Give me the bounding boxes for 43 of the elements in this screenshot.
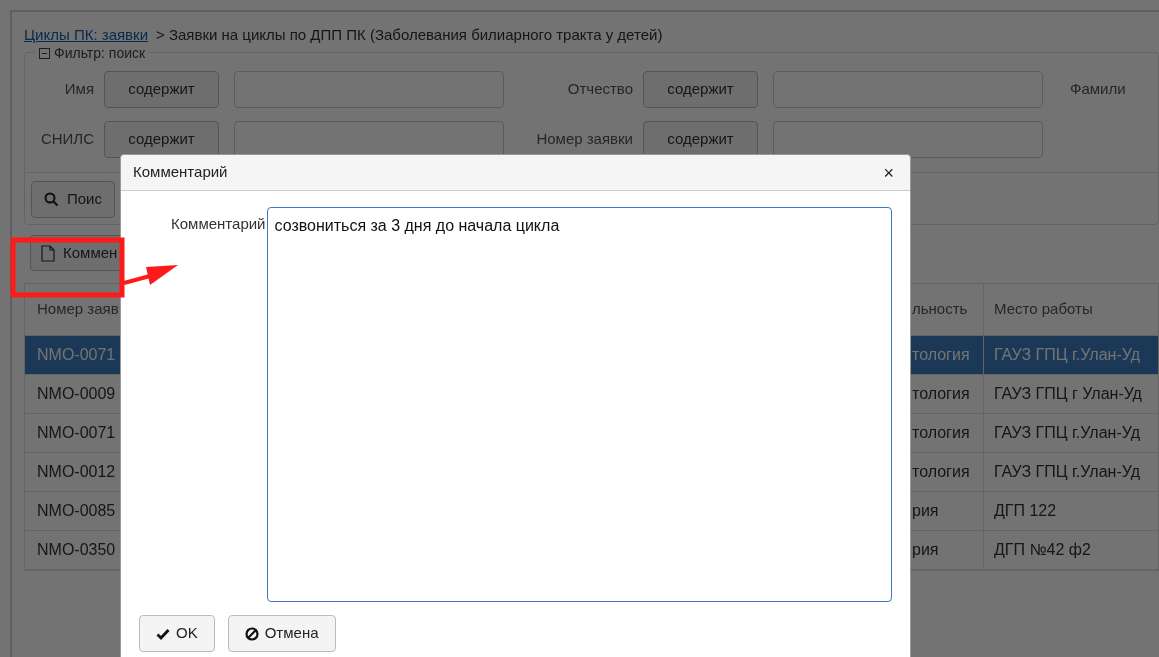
- field-label: Имя: [63, 78, 95, 99]
- table-cell: тология: [912, 375, 984, 413]
- operator-button[interactable]: содержит: [104, 120, 219, 158]
- table-cell-text: ГАУЗ ГПЦ г.Улан-Уд: [993, 423, 1141, 443]
- column-header[interactable]: льность: [912, 284, 984, 335]
- field-label: Фамили: [1070, 78, 1127, 99]
- table-cell: тология: [912, 414, 984, 452]
- cancel-button[interactable]: Отмена: [227, 615, 336, 652]
- ok-button[interactable]: OK: [139, 615, 215, 652]
- check-icon: [156, 627, 170, 640]
- field-label: Комментарий: [170, 214, 266, 234]
- dialog-title: Комментарий: [133, 162, 228, 183]
- document-icon: [41, 244, 55, 262]
- table-cell-text: ДГП №42 ф2: [993, 540, 1092, 560]
- operator-button[interactable]: содержит: [643, 70, 758, 108]
- page-title: > Заявки на циклы по ДПП ПК (Заболевания билиарного тракта у детей): [156, 24, 663, 45]
- table-cell: тология: [912, 453, 984, 491]
- ban-icon: [244, 626, 259, 641]
- table-cell-text: NMO-0071: [36, 423, 117, 443]
- field-label: Отчество: [566, 78, 634, 99]
- table-cell-text: ГАУЗ ГПЦ г.Улан-Уд: [993, 345, 1141, 365]
- search-button[interactable]: Поис: [31, 181, 115, 218]
- minus-square-icon[interactable]: [39, 48, 50, 59]
- filter-input[interactable]: [773, 120, 1043, 158]
- field-label: СНИЛС: [39, 128, 95, 149]
- table-cell-text: NMO-0085: [36, 501, 117, 521]
- table-cell: тология: [912, 336, 984, 374]
- close-button[interactable]: ×: [879, 163, 898, 182]
- operator-button[interactable]: содержит: [104, 70, 219, 108]
- column-header[interactable]: Место работы: [984, 298, 1158, 321]
- table-cell-text: NMO-0012: [36, 462, 117, 482]
- table-cell: рия: [912, 531, 984, 569]
- table-cell-text: NMO-0009: [36, 384, 117, 404]
- table-cell-text: NMO-0350: [36, 540, 117, 560]
- table-cell: рия: [912, 492, 984, 530]
- table-cell-text: ГАУЗ ГПЦ г Улан-Уд: [993, 384, 1143, 404]
- table-cell-text: ДГП 122: [993, 501, 1058, 521]
- annotation-arrow: [123, 265, 178, 285]
- search-icon: [44, 192, 59, 207]
- comment-textarea[interactable]: созвониться за 3 дня до начала цикла: [267, 207, 892, 602]
- field-label: Номер заявки: [535, 128, 634, 149]
- table-cell-text: ГАУЗ ГПЦ г.Улан-Уд: [993, 462, 1141, 482]
- table-cell-text: NMO-0071: [36, 345, 117, 365]
